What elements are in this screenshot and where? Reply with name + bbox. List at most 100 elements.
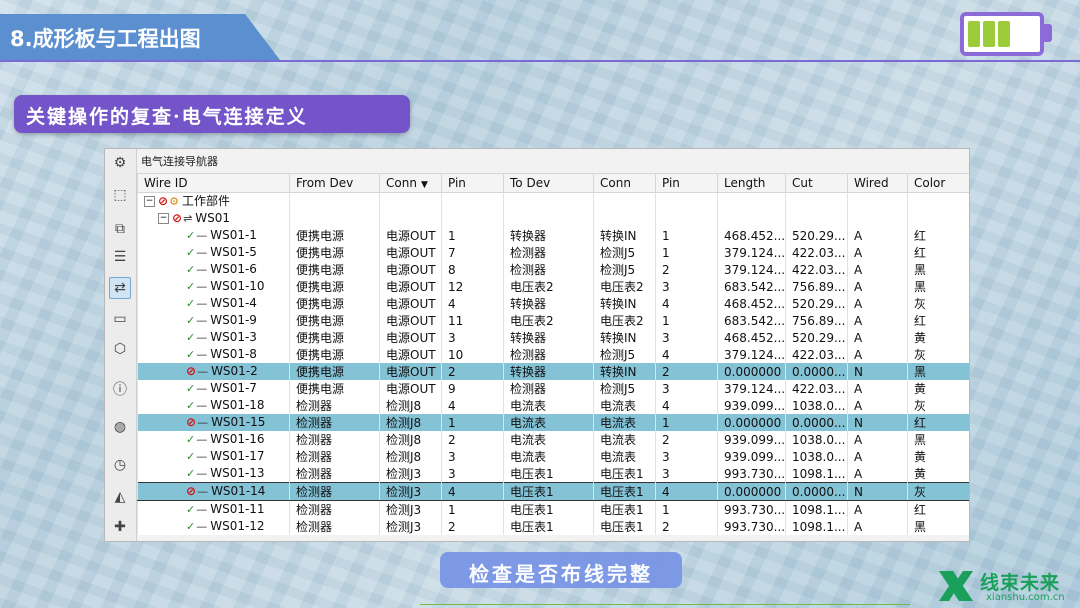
from-dev-cell: 检测器 bbox=[289, 500, 380, 518]
table-row[interactable]: ✓— WS01-10 便携电源 电源OUT 12 电压表2 电压表2 3 683.542... 7… bbox=[137, 278, 969, 295]
layer-icon[interactable]: ☰ bbox=[110, 247, 130, 267]
sort-descending-icon[interactable]: ▼ bbox=[421, 180, 428, 190]
to-dev-cell: 检测器 bbox=[503, 244, 594, 261]
checkmark-icon: ✓ bbox=[186, 467, 196, 480]
table-row[interactable]: ✓— WS01-5 便携电源 电源OUT 7 检测器 检测J5 1 379.124... 422.… bbox=[137, 244, 969, 261]
color-cell: 灰 bbox=[907, 482, 969, 501]
connection-navigator-icon[interactable]: ⇄ bbox=[109, 277, 131, 299]
to-conn-cell: 转换IN bbox=[593, 295, 656, 312]
color-cell: 黑 bbox=[907, 363, 969, 380]
to-conn-cell: 检测J5 bbox=[593, 244, 656, 261]
tree-node-root[interactable]: − ⊘⚙ 工作部件 bbox=[137, 192, 969, 210]
gear-icon[interactable]: ⚙ bbox=[110, 153, 130, 173]
table-row[interactable]: ✓— WS01-13 检测器 检测J3 3 电压表1 电压表1 3 993.730... 1098… bbox=[137, 465, 969, 483]
wired-cell: A bbox=[847, 329, 908, 346]
wired-cell: A bbox=[847, 295, 908, 312]
from-dev-cell: 便携电源 bbox=[289, 295, 380, 312]
from-dev-cell: 检测器 bbox=[289, 448, 380, 465]
table-row[interactable]: ✓— WS01-16 检测器 检测J8 2 电流表 电流表 2 939.099... 1038.0… bbox=[137, 431, 969, 448]
table-row[interactable]: ⊘— WS01-14 检测器 检测J3 4 电压表1 电压表1 4 0.000000 0.0000… bbox=[137, 482, 969, 501]
to-pin-cell: 4 bbox=[655, 482, 718, 501]
wire-icon: — bbox=[196, 263, 208, 276]
table-row[interactable]: ✓— WS01-17 检测器 检测J8 3 电流表 电流表 3 939.099... 1038.0… bbox=[137, 448, 969, 465]
to-pin-cell: 1 bbox=[655, 244, 718, 261]
wire-icon: — bbox=[196, 433, 208, 446]
tree-node-group[interactable]: − ⊘⇌ WS01 bbox=[137, 210, 969, 227]
table-row[interactable]: ⊘— WS01-15 检测器 检测J8 1 电流表 电流表 1 0.000000 0.0000..… bbox=[137, 414, 969, 431]
column-header[interactable]: Conn ▼ bbox=[379, 173, 442, 193]
wire-icon: — bbox=[196, 450, 208, 463]
wire-icon: — bbox=[196, 348, 208, 361]
color-cell: 红 bbox=[907, 244, 969, 261]
color-cell: 灰 bbox=[907, 397, 969, 414]
collapse-toggle-icon[interactable]: − bbox=[144, 196, 155, 207]
wire-id: WS01-13 bbox=[210, 466, 265, 480]
web-icon[interactable]: ◍ bbox=[110, 417, 130, 437]
to-conn-cell: 电流表 bbox=[593, 397, 656, 414]
component-icon[interactable]: ▭ bbox=[110, 309, 130, 329]
assembly-icon[interactable]: ⧉ bbox=[110, 219, 130, 239]
table-row[interactable]: ✓— WS01-11 检测器 检测J3 1 电压表1 电压表1 1 993.730... 1098… bbox=[137, 500, 969, 518]
part-icon[interactable]: ⬚ bbox=[110, 185, 130, 205]
column-header[interactable]: Cut bbox=[785, 173, 848, 193]
table-row[interactable]: ✓— WS01-4 便携电源 电源OUT 4 转换器 转换IN 4 468.452... 520.… bbox=[137, 295, 969, 312]
pin-cell: 3 bbox=[441, 465, 504, 483]
pin-cell: 10 bbox=[441, 346, 504, 363]
column-header[interactable]: From Dev bbox=[289, 173, 380, 193]
column-header[interactable]: Wired bbox=[847, 173, 908, 193]
table-cell bbox=[379, 210, 442, 227]
table-row[interactable]: ✓— WS01-18 检测器 检测J8 4 电流表 电流表 4 939.099... 1038.0… bbox=[137, 397, 969, 414]
table-row[interactable]: ✓— WS01-8 便携电源 电源OUT 10 检测器 检测J5 4 379.124... 422… bbox=[137, 346, 969, 363]
column-header[interactable]: Color bbox=[907, 173, 969, 193]
cut-cell: 756.89... bbox=[785, 278, 848, 295]
to-pin-cell: 2 bbox=[655, 431, 718, 448]
wire-id-cell: ✓— WS01-3 bbox=[137, 329, 290, 346]
section-title: 8.成形板与工程出图 bbox=[10, 27, 201, 51]
length-cell: 939.099... bbox=[717, 397, 786, 414]
to-conn-cell: 检测J5 bbox=[593, 380, 656, 397]
clock-icon[interactable]: ◷ bbox=[110, 455, 130, 475]
column-header[interactable]: Conn bbox=[593, 173, 656, 193]
table-row[interactable]: ✓— WS01-9 便携电源 电源OUT 11 电压表2 电压表2 1 683.542... 75… bbox=[137, 312, 969, 329]
info-icon[interactable]: ⓘ bbox=[110, 379, 130, 399]
palette-icon[interactable]: ◭ bbox=[110, 487, 130, 507]
table-row[interactable]: ⊘— WS01-2 便携电源 电源OUT 2 转换器 转换IN 2 0.000000 0.0000… bbox=[137, 363, 969, 380]
pin-cell: 4 bbox=[441, 397, 504, 414]
checkmark-icon: ✓ bbox=[186, 229, 196, 242]
box-icon[interactable]: ⬡ bbox=[110, 339, 130, 359]
to-dev-cell: 电流表 bbox=[503, 448, 594, 465]
logo-icon bbox=[939, 571, 973, 601]
wire-id: WS01-14 bbox=[211, 484, 266, 498]
table-row[interactable]: ✓— WS01-3 便携电源 电源OUT 3 转换器 转换IN 3 468.452... 520.… bbox=[137, 329, 969, 346]
from-dev-cell: 便携电源 bbox=[289, 312, 380, 329]
wire-icon: — bbox=[196, 331, 208, 344]
column-header[interactable]: Pin bbox=[441, 173, 504, 193]
to-dev-cell: 检测器 bbox=[503, 346, 594, 363]
from-dev-cell: 便携电源 bbox=[289, 380, 380, 397]
conn-cell: 电源OUT bbox=[379, 363, 442, 380]
column-header[interactable]: Wire ID bbox=[137, 173, 290, 193]
table-row[interactable]: ✓— WS01-12 检测器 检测J3 2 电压表1 电压表1 2 993.730... 1098… bbox=[137, 518, 969, 535]
table-row[interactable]: ✓— WS01-6 便携电源 电源OUT 8 检测器 检测J5 2 379.124... 422.… bbox=[137, 261, 969, 278]
wire-id-cell: ✓— WS01-12 bbox=[137, 518, 290, 535]
table-row[interactable]: ✓— WS01-1 便携电源 电源OUT 1 转换器 转换IN 1 468.452... 520.… bbox=[137, 227, 969, 244]
length-cell: 468.452... bbox=[717, 295, 786, 312]
wire-id-cell: ✓— WS01-1 bbox=[137, 227, 290, 244]
length-cell: 379.124... bbox=[717, 244, 786, 261]
to-dev-cell: 电压表2 bbox=[503, 312, 594, 329]
wire-id-cell: ✓— WS01-7 bbox=[137, 380, 290, 397]
from-dev-cell: 便携电源 bbox=[289, 278, 380, 295]
wired-cell: A bbox=[847, 500, 908, 518]
wire-id: WS01-8 bbox=[210, 347, 257, 361]
to-conn-cell: 转换IN bbox=[593, 363, 656, 380]
column-header[interactable]: To Dev bbox=[503, 173, 594, 193]
column-header[interactable]: Length bbox=[717, 173, 786, 193]
to-conn-cell: 检测J5 bbox=[593, 261, 656, 278]
wire-id-cell: ✓— WS01-9 bbox=[137, 312, 290, 329]
color-cell: 黄 bbox=[907, 448, 969, 465]
column-header[interactable]: Pin bbox=[655, 173, 718, 193]
column-header-label: Wired bbox=[854, 176, 889, 190]
table-row[interactable]: ✓— WS01-7 便携电源 电源OUT 9 检测器 检测J5 3 379.124... 422.… bbox=[137, 380, 969, 397]
tools-icon[interactable]: ✚ bbox=[110, 517, 130, 537]
collapse-toggle-icon[interactable]: − bbox=[158, 213, 169, 224]
